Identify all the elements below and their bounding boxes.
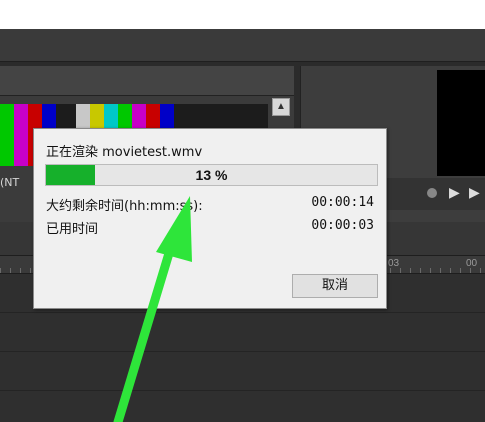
color-bar xyxy=(0,104,14,166)
timeline-track[interactable] xyxy=(0,314,485,352)
preview-window xyxy=(437,70,485,176)
elapsed-time-label: 已用时间 xyxy=(46,222,99,237)
progress-percent-label: 13 % xyxy=(195,167,228,183)
elapsed-time-value: 00:00:03 xyxy=(311,218,374,233)
dialog-title: 正在渲染 movietest.wmv xyxy=(46,145,203,160)
cancel-button[interactable]: 取消 xyxy=(292,274,378,298)
ruler-tick-label: 03 xyxy=(388,258,400,269)
render-progress-dialog: 正在渲染 movietest.wmv 13 % 大约剩余时间(hh:mm:ss)… xyxy=(33,128,387,309)
media-panel-header xyxy=(0,66,294,96)
scroll-up-icon[interactable]: ▲ xyxy=(272,98,290,116)
record-icon[interactable] xyxy=(427,188,437,198)
render-progress-bar: 13 % xyxy=(45,164,378,186)
remaining-time-value: 00:00:14 xyxy=(311,195,374,210)
remaining-time-label: 大约剩余时间(hh:mm:ss): xyxy=(46,199,203,214)
timeline-track[interactable] xyxy=(0,353,485,391)
top-white-area xyxy=(0,0,485,30)
media-format-label: (NT xyxy=(0,176,20,189)
ruler-tick-label: 00 xyxy=(466,258,478,269)
color-bar xyxy=(14,104,28,166)
play-icon[interactable]: ▶ xyxy=(449,184,460,201)
next-frame-icon[interactable]: ▶ xyxy=(469,184,480,201)
app-toolbar xyxy=(0,30,485,62)
